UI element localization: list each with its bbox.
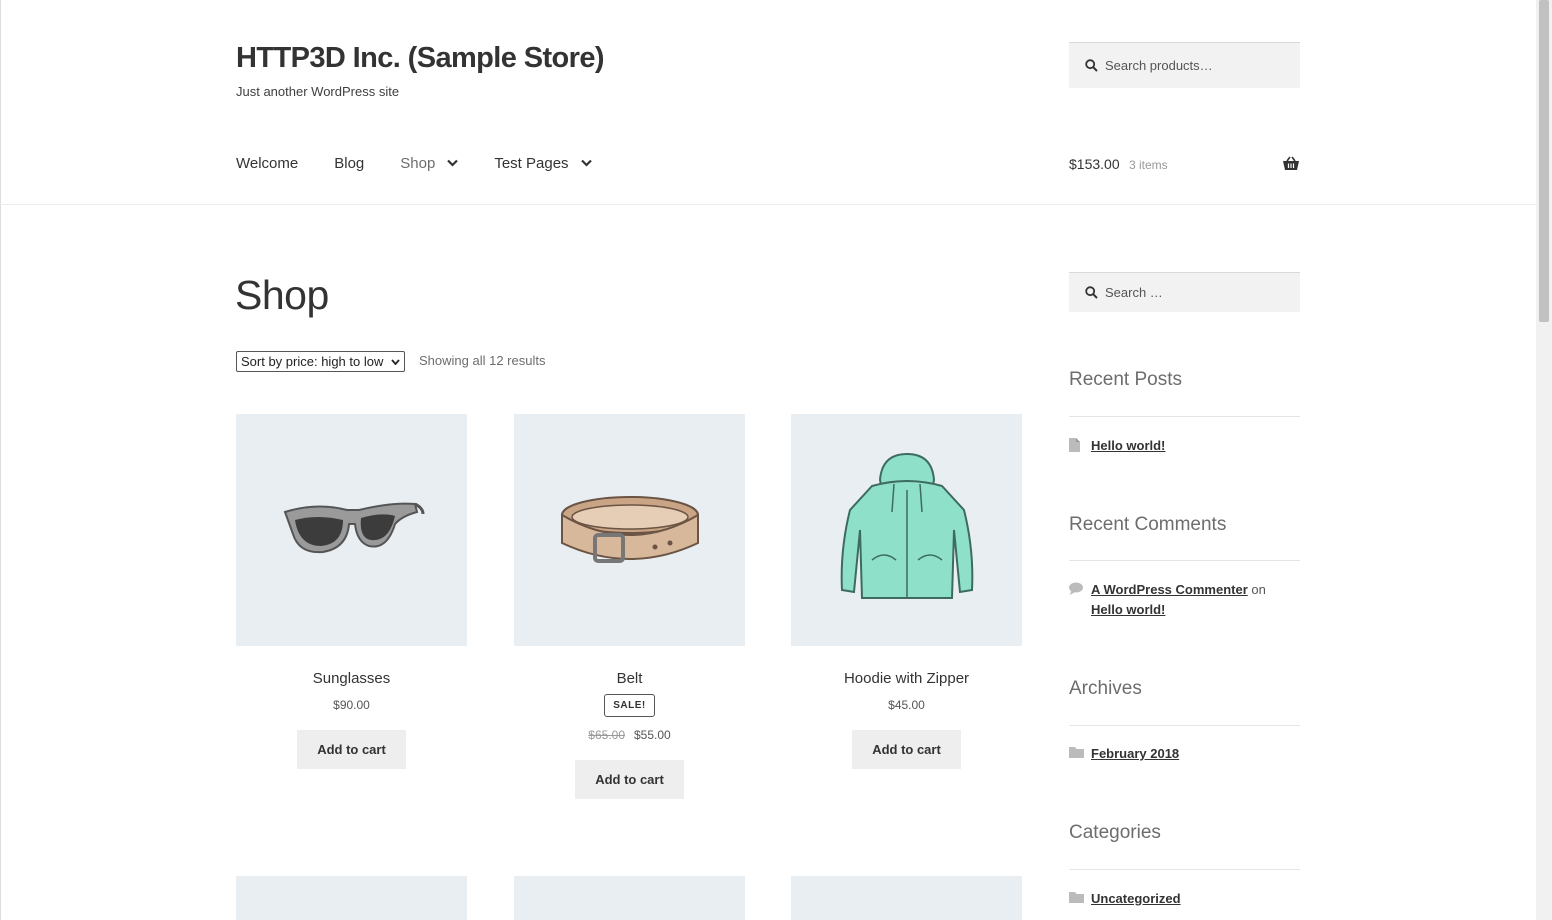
search-icon [1085,59,1098,77]
product-name[interactable]: Belt [514,670,745,687]
comment-post-link[interactable]: Hello world! [1091,602,1165,617]
nav-label: Test Pages [494,155,569,172]
product-image-sunglasses[interactable] [236,414,467,646]
archive-item: February 2018 [1069,744,1300,764]
search-icon [1085,286,1098,304]
folder-icon [1069,747,1084,758]
header-cart[interactable]: $153.00 3 items [1069,156,1300,176]
chevron-down-icon[interactable] [580,159,592,167]
divider [1069,725,1300,726]
chevron-down-icon[interactable] [447,159,459,167]
product-search-input[interactable]: Search products… [1069,42,1300,88]
sidebar-search-input[interactable]: Search … [1069,272,1300,312]
page-scrollbar[interactable] [1536,0,1552,920]
sale-price: $55.00 [634,728,671,742]
site-header: HTTP3D Inc. (Sample Store) Just another … [0,0,1536,205]
nav-label: Shop [400,155,436,172]
sunglasses-icon [283,502,424,554]
result-count: Showing all 12 results [419,353,546,368]
widget-title-recent-comments: Recent Comments [1069,514,1227,535]
hoodie-icon [840,452,973,599]
original-price: $65.00 [588,728,625,742]
recent-post-link[interactable]: Hello world! [1091,438,1165,453]
recent-comment-item: A WordPress Commenter on Hello world! [1069,580,1300,620]
widget-title-archives: Archives [1069,678,1142,699]
nav-item-shop[interactable]: Shop [400,155,459,172]
cart-count: 3 items [1129,158,1168,172]
product-image-placeholder[interactable] [514,876,745,920]
search-placeholder: Search … [1105,285,1163,300]
primary-nav: Welcome Blog Shop Test Pages [236,155,628,172]
divider [1069,560,1300,561]
chevron-down-icon [391,358,400,365]
sort-selected-value: Sort by price: high to low [241,354,384,369]
product-image-belt[interactable] [514,414,745,646]
divider [1069,869,1300,870]
sale-badge: SALE! [604,694,655,717]
divider [1069,416,1300,417]
belt-icon [560,496,699,563]
sort-select[interactable]: Sort by price: high to low [236,351,405,372]
comment-icon [1069,582,1083,595]
widget-title-recent-posts: Recent Posts [1069,369,1182,390]
site-title[interactable]: HTTP3D Inc. (Sample Store) [236,42,605,75]
category-link[interactable]: Uncategorized [1091,891,1181,906]
product-card: Hoodie with Zipper $45.00 Add to cart [791,414,1022,769]
product-card: Belt SALE! $65.00 $55.00 Add to cart [514,414,745,799]
archive-link[interactable]: February 2018 [1091,746,1179,761]
nav-item-blog[interactable]: Blog [334,155,364,172]
product-price: $90.00 [333,698,370,712]
page-title: Shop [235,272,329,318]
recent-post-item: Hello world! [1069,436,1300,456]
add-to-cart-button[interactable]: Add to cart [852,730,961,769]
category-item: Uncategorized [1069,889,1300,909]
cart-amount: $153.00 [1069,156,1120,172]
nav-label: Blog [334,155,365,172]
document-icon [1069,438,1080,452]
product-image-placeholder[interactable] [236,876,467,920]
basket-icon[interactable] [1282,156,1300,176]
product-name[interactable]: Sunglasses [236,670,467,687]
product-price: $45.00 [888,698,925,712]
site-description: Just another WordPress site [236,84,400,99]
comment-on-text: on [1251,582,1266,597]
product-price: $65.00 $55.00 [514,728,745,742]
add-to-cart-button[interactable]: Add to cart [297,730,406,769]
scrollbar-thumb[interactable] [1539,0,1549,322]
add-to-cart-button[interactable]: Add to cart [575,760,684,799]
search-placeholder: Search products… [1105,58,1213,73]
product-name[interactable]: Hoodie with Zipper [791,670,1022,687]
product-card: Sunglasses $90.00 Add to cart [236,414,467,769]
widget-title-categories: Categories [1069,822,1161,843]
folder-icon [1069,892,1084,903]
nav-label: Welcome [236,155,299,172]
product-image-hoodie[interactable] [791,414,1022,646]
nav-item-welcome[interactable]: Welcome [236,155,298,172]
comment-author-link[interactable]: A WordPress Commenter [1091,582,1248,597]
product-image-placeholder[interactable] [791,876,1022,920]
nav-item-test-pages[interactable]: Test Pages [494,155,592,172]
